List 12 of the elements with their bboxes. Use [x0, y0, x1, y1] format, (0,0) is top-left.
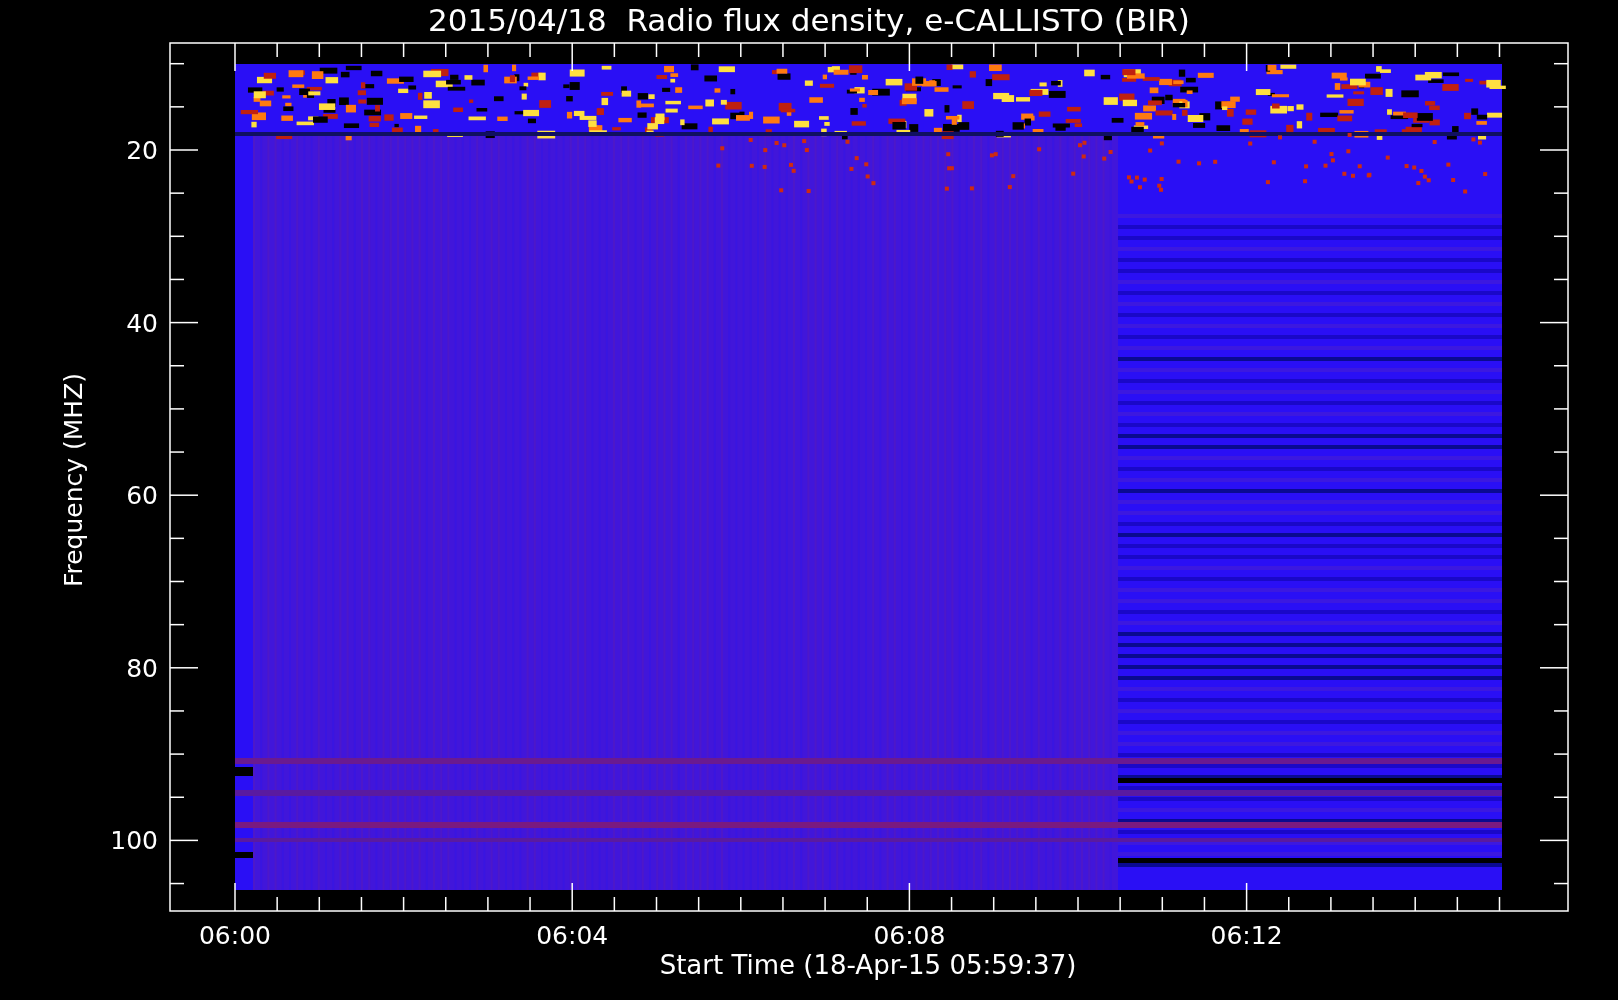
y-tick-label: 80 [126, 653, 158, 683]
y-tick-label: 100 [110, 826, 158, 856]
x-tick-label: 06:08 [873, 921, 946, 950]
y-tick-label: 60 [126, 481, 158, 511]
x-tick-label: 06:04 [536, 921, 609, 950]
x-tick-label: 06:12 [1210, 921, 1283, 950]
y-tick-label: 40 [126, 308, 158, 338]
chart-title: 2015/04/18 Radio flux density, e-CALLISTO (BIR) [428, 2, 1190, 38]
x-axis-label: Start Time (18-Apr-15 05:59:37) [659, 950, 1077, 980]
x-tick-label: 06:00 [199, 921, 271, 950]
y-axis-label: Frequency (MHZ) [59, 372, 88, 588]
y-tick-label: 20 [126, 136, 158, 165]
